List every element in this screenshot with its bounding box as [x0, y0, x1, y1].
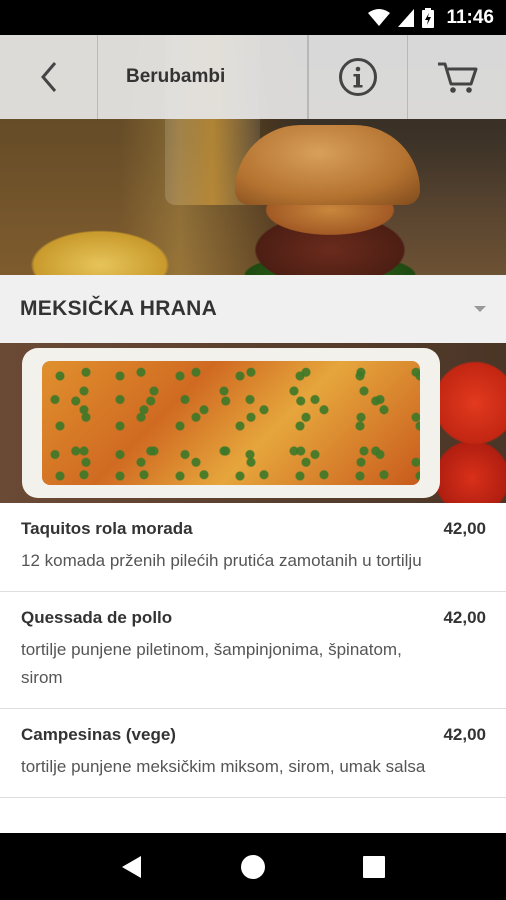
menu-item-price: 42,00 — [443, 519, 486, 538]
back-triangle-icon — [122, 855, 142, 878]
menu-item-price: 42,00 — [443, 608, 486, 627]
menu-item[interactable]: Taquitos rola morada 42,00 12 komada prž… — [0, 503, 506, 592]
menu-item-name: Taquitos rola morada — [21, 519, 193, 538]
dropdown-arrow-icon — [474, 306, 486, 312]
nav-back-button[interactable] — [102, 837, 162, 897]
menu-item-name: Campesinas (vege) — [21, 725, 176, 744]
menu-list: Taquitos rola morada 42,00 12 komada prž… — [0, 503, 506, 833]
cart-icon — [438, 62, 478, 93]
cellular-signal-icon — [398, 8, 415, 27]
wifi-icon — [368, 8, 391, 27]
category-dropdown[interactable]: MEKSIČKA HRANA — [0, 275, 506, 343]
category-title: MEKSIČKA HRANA — [20, 297, 218, 320]
cart-button[interactable] — [408, 35, 506, 119]
menu-item-description: 12 komada prženih pilećih prutića zamota… — [21, 551, 422, 570]
menu-item-description: tortilje punjene meksičkim miksom, sirom… — [21, 757, 426, 776]
recents-square-icon — [362, 855, 385, 878]
status-time: 11:46 — [446, 6, 494, 28]
battery-charging-icon — [422, 7, 435, 28]
menu-item[interactable]: Campesinas (vege) 42,00 tortilje punjene… — [0, 709, 506, 798]
status-bar: 11:46 — [0, 0, 506, 35]
nav-recents-button[interactable] — [344, 837, 404, 897]
system-nav-bar — [0, 833, 506, 900]
category-image — [0, 343, 506, 503]
top-toolbar: Berubambi — [0, 35, 506, 119]
page-title: Berubambi — [98, 35, 308, 119]
info-button[interactable] — [308, 35, 408, 119]
menu-item-price: 42,00 — [443, 725, 486, 744]
back-button[interactable] — [0, 35, 98, 119]
menu-item-name: Quessada de pollo — [21, 608, 173, 627]
burger-graphic — [235, 125, 420, 205]
home-circle-icon — [240, 854, 265, 879]
menu-item-description: tortilje punjene piletinom, šampinjonima… — [21, 640, 402, 687]
enchiladas-graphic — [42, 361, 420, 485]
nav-home-button[interactable] — [223, 837, 283, 897]
menu-item[interactable]: Quessada de pollo 42,00 tortilje punjene… — [0, 592, 506, 709]
back-arrow-icon — [40, 62, 56, 92]
info-icon — [339, 58, 377, 96]
